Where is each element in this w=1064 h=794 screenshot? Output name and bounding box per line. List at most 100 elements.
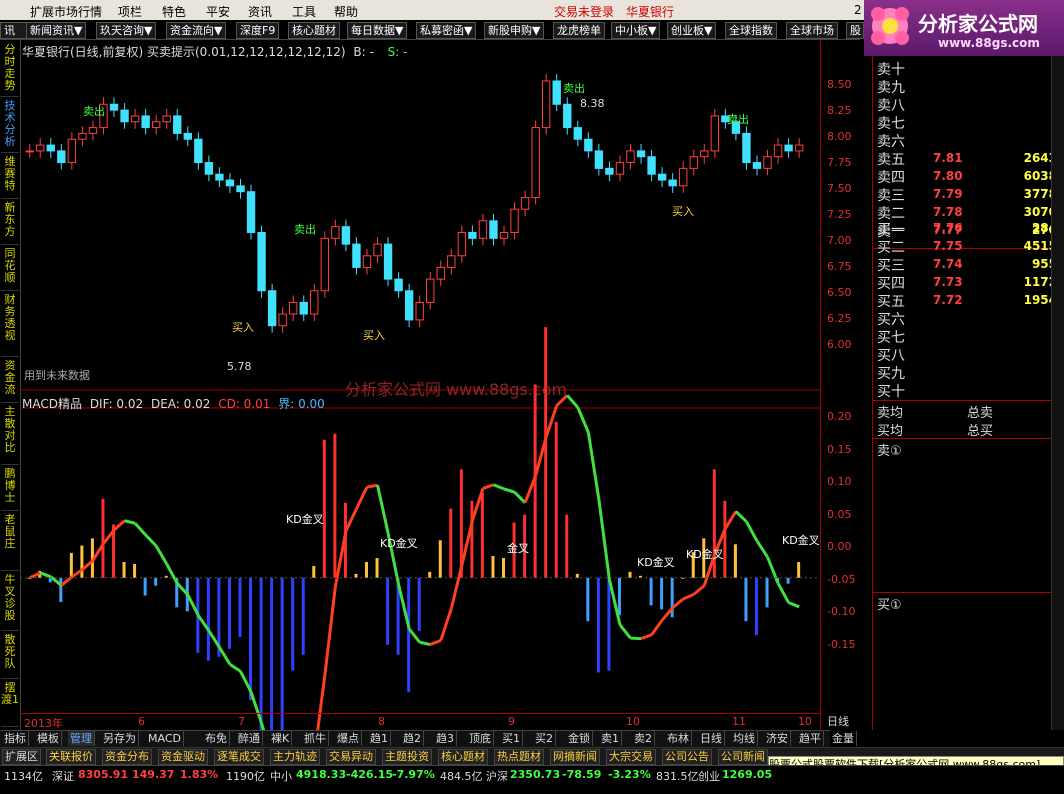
indicator-tab[interactable]: 趋1 — [368, 731, 391, 746]
indicator-tab[interactable]: 买2 — [533, 731, 556, 746]
ask-row[interactable]: 卖五7.812643 — [877, 149, 1057, 167]
function-tab[interactable]: 关联报价 — [46, 749, 96, 765]
left-tab-baidu[interactable]: 摆渡1 — [1, 682, 19, 727]
ask-row[interactable]: 卖四7.806038 — [877, 167, 1057, 185]
ask-row[interactable]: 卖十 — [877, 59, 1057, 77]
indicator-tab[interactable]: 抓牛 — [302, 731, 329, 746]
indicator-tab[interactable]: 顶底 — [467, 731, 494, 746]
indicator-tab[interactable]: 济安 — [764, 731, 791, 746]
indicator-tab[interactable]: 醉通 — [236, 731, 263, 746]
toolbar-daily-data[interactable]: 每日数据▼ — [347, 22, 407, 39]
toolbar-ipo[interactable]: 新股申购▼ — [484, 22, 544, 39]
indicator-tab[interactable]: 金锁 — [566, 731, 593, 746]
indicator-tab[interactable]: 均线 — [731, 731, 758, 746]
function-tab[interactable]: 交易异动 — [326, 749, 376, 765]
news-ticker-strip[interactable] — [1051, 56, 1064, 730]
indicator-tab[interactable]: 另存为 — [101, 731, 139, 746]
chart-area[interactable]: 华夏银行(日线,前复权) 买卖提示(0.01,12,12,12,12,12,12… — [20, 40, 820, 730]
left-tab-intraday[interactable]: 分时走势 — [1, 44, 19, 97]
left-tab-main-retail[interactable]: 主散对比 — [1, 406, 19, 465]
toolbar-global-market[interactable]: 全球市场 — [786, 22, 838, 39]
ask-row[interactable]: 卖六 — [877, 131, 1057, 149]
function-tab[interactable]: 主题投资 — [382, 749, 432, 765]
function-tab[interactable]: 公司新闻 — [718, 749, 768, 765]
left-tab-laoshuzhuang[interactable]: 老鼠庄 — [1, 514, 19, 571]
toolbar-core-topics[interactable]: 核心题材 — [288, 22, 340, 39]
function-tab[interactable]: 网摘新闻 — [550, 749, 600, 765]
left-tab-xindongfang[interactable]: 新东方 — [1, 202, 19, 245]
bid-row[interactable]: 买一7.76284 — [877, 219, 1057, 237]
toolbar-partial[interactable]: 讯 — [0, 22, 28, 39]
function-tab[interactable]: 资金驱动 — [158, 749, 208, 765]
toolbar-global-index[interactable]: 全球指数 — [725, 22, 777, 39]
status-sz-label[interactable]: 深证 — [52, 768, 74, 784]
menu-item-help[interactable]: 帮助 — [334, 3, 358, 20]
indicator-tab[interactable]: 日线 — [698, 731, 725, 746]
menu-item-news[interactable]: 资讯 — [248, 3, 272, 20]
function-tab[interactable]: 大宗交易 — [606, 749, 656, 765]
indicator-tab[interactable]: 布林 — [665, 731, 692, 746]
toolbar-sme[interactable]: 中小板▼ — [611, 22, 660, 39]
indicator-tab[interactable]: 趋2 — [401, 731, 424, 746]
indicator-tab[interactable]: 指标 — [2, 731, 29, 746]
bid-row[interactable]: 买八 — [877, 345, 1057, 363]
left-tab-fundflow[interactable]: 资金流 — [1, 360, 19, 403]
indicator-tab[interactable]: 布免 — [203, 731, 230, 746]
bid-row[interactable]: 买七 — [877, 327, 1057, 345]
function-tab[interactable]: 主力轨迹 — [270, 749, 320, 765]
left-tab-niucha[interactable]: 牛叉诊股 — [1, 574, 19, 631]
login-status[interactable]: 交易未登录 — [554, 3, 614, 20]
bid-row[interactable]: 买三7.74955 — [877, 255, 1057, 273]
left-tab-weisaite[interactable]: 维赛特 — [1, 156, 19, 199]
indicator-tab[interactable]: 卖2 — [632, 731, 655, 746]
function-tab[interactable]: 逐笔成交 — [214, 749, 264, 765]
status-zx-label[interactable]: 中小 — [270, 768, 292, 784]
ask-row[interactable]: 卖八 — [877, 95, 1057, 113]
menu-item-column[interactable]: 项栏 — [118, 3, 142, 20]
left-tab-sansidui[interactable]: 散死队 — [1, 634, 19, 679]
ask-row[interactable]: 卖七 — [877, 113, 1057, 131]
indicator-tab[interactable]: 模板 — [35, 731, 62, 746]
indicator-tab[interactable]: 趋3 — [434, 731, 457, 746]
function-tab[interactable]: 扩展区 — [2, 749, 41, 765]
menu-item-pingan[interactable]: 平安 — [206, 3, 230, 20]
toolbar-chinext[interactable]: 创业板▼ — [667, 22, 716, 39]
function-tab[interactable]: 热点题材 — [494, 749, 544, 765]
toolbar-jiutian[interactable]: 玖天咨询▼ — [96, 22, 156, 39]
bid-row[interactable]: 买五7.721954 — [877, 291, 1057, 309]
status-cy-label[interactable]: 创业 — [698, 768, 720, 784]
bid-row[interactable]: 买四7.731172 — [877, 273, 1057, 291]
bid-row[interactable]: 买九 — [877, 363, 1057, 381]
indicator-tab[interactable]: 金量 — [830, 731, 857, 746]
toolbar-f9[interactable]: 深度F9 — [236, 22, 279, 39]
indicator-tab[interactable]: 卖1 — [599, 731, 622, 746]
toolbar-dragon-tiger[interactable]: 龙虎榜单 — [553, 22, 605, 39]
toolbar-fundflow[interactable]: 资金流向▼ — [166, 22, 226, 39]
bid-row[interactable]: 买六 — [877, 309, 1057, 327]
toolbar-news[interactable]: 新闻资讯▼ — [26, 22, 86, 39]
ask-row[interactable]: 卖三7.793778 — [877, 185, 1057, 203]
indicator-tab[interactable]: MACD — [146, 731, 184, 746]
toolbar-partial-right[interactable]: 股 — [846, 22, 864, 39]
left-tab-pengboshi[interactable]: 鹏博士 — [1, 468, 19, 511]
indicator-tab[interactable]: 爆点 — [335, 731, 362, 746]
ask-row[interactable]: 卖九 — [877, 77, 1057, 95]
indicator-tab[interactable]: 管理 — [68, 731, 95, 746]
indicator-tab[interactable]: 买1 — [500, 731, 523, 746]
period-label[interactable]: 日线 — [827, 713, 849, 729]
bid-row[interactable]: 买十 — [877, 381, 1057, 399]
indicator-tab[interactable]: 趋平 — [797, 731, 824, 746]
function-tab[interactable]: 资金分布 — [102, 749, 152, 765]
left-tab-tonghuashun[interactable]: 同花顺 — [1, 248, 19, 291]
menu-item-tools[interactable]: 工具 — [292, 3, 316, 20]
menu-item-extended-market[interactable]: 扩展市场行情 — [30, 3, 102, 20]
indicator-tab[interactable]: 裸K — [269, 731, 292, 746]
bid-row[interactable]: 买二7.754515 — [877, 237, 1057, 255]
status-hs-label[interactable]: 沪深 — [486, 768, 508, 784]
left-tab-technical[interactable]: 技术分析 — [1, 100, 19, 153]
function-tab[interactable]: 核心题材 — [438, 749, 488, 765]
menu-item-features[interactable]: 特色 — [162, 3, 186, 20]
left-tab-financial[interactable]: 财务透视 — [1, 294, 19, 357]
toolbar-private-fund[interactable]: 私募密函▼ — [416, 22, 476, 39]
function-tab[interactable]: 公司公告 — [662, 749, 712, 765]
